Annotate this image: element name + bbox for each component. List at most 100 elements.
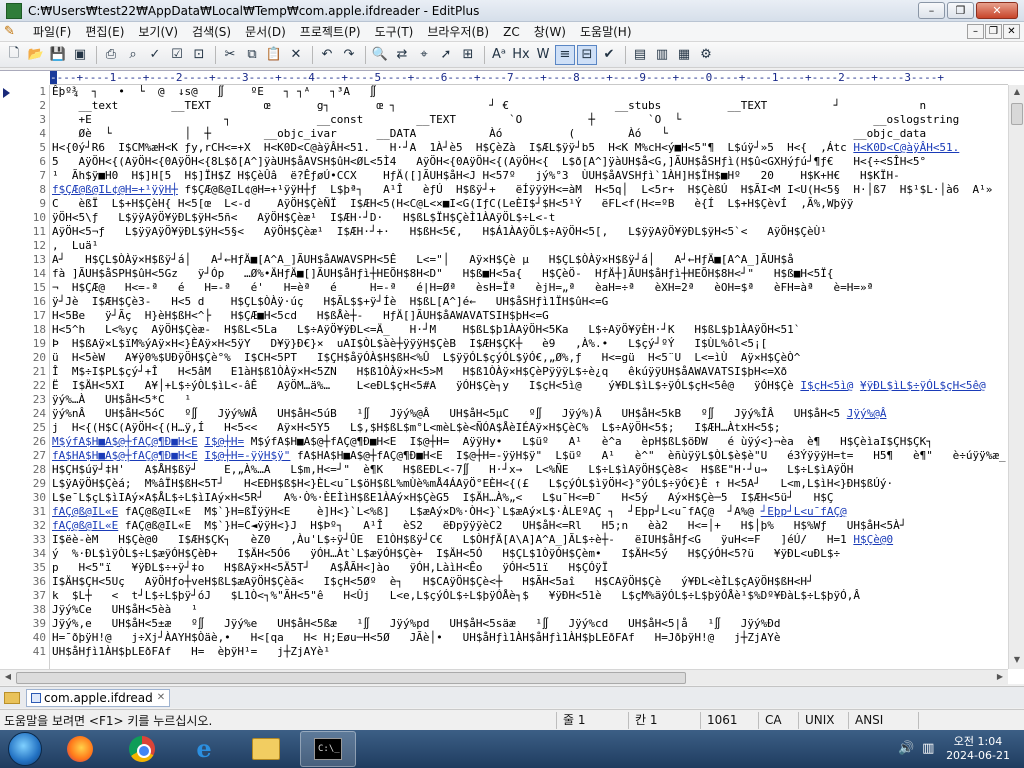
line-number: 28 [32,463,46,476]
minimize-button[interactable]: – [918,2,945,19]
hyperlink[interactable]: ¥ÿÐL$ìL$÷ÿÓL$çH<5ê@ [860,379,986,392]
scroll-up-icon[interactable]: ▲ [1011,87,1023,99]
output-window-icon[interactable]: ▥ [652,45,672,65]
document-restore-button[interactable]: ❐ [985,24,1002,39]
menu-search[interactable]: 검색(S) [185,23,238,40]
find-in-files-icon[interactable]: ⌖ [414,45,434,65]
save-all-icon[interactable]: ▣ [70,45,90,65]
hyperlink[interactable]: H<K0D<C@àÿÂH<51. [853,141,959,154]
start-button-icon[interactable] [8,732,42,766]
word-wrap-icon[interactable]: W [533,45,553,65]
replace-icon[interactable]: ⇄ [392,45,412,65]
fullscreen-icon[interactable]: ▦ [674,45,694,65]
open-folder-icon[interactable]: 📂 [26,45,46,65]
hyperlink[interactable]: I$@┼H= [204,435,244,448]
window-title: C:₩Users₩test22₩AppData₩Local₩Temp₩com.a… [28,3,480,18]
text-line: L$e¯L$çL$ìIAý×A$ÅL$÷L$ìIAý×H<5R┘ A%·Ò%·È… [52,491,834,504]
redo-icon[interactable]: ↷ [339,45,359,65]
menu-tools[interactable]: 도구(T) [368,23,421,40]
taskbar-firefox[interactable] [52,731,108,767]
line-number: 29 [32,477,46,490]
line-number-icon[interactable]: ≡ [555,44,575,65]
menu-project[interactable]: 프로젝트(P) [293,23,368,40]
text-line: fAÇ@ß@IL«E fAÇ@ß@IL«E M$`}H=ßÏÿÿH<E è]H<… [52,505,847,519]
status-line[interactable]: 줄 1 [556,711,628,729]
title-bar[interactable]: C:₩Users₩test22₩AppData₩Local₩Temp₩com.a… [0,0,1024,22]
new-file-icon[interactable]: 🗋 [4,45,24,65]
spellcheck-icon[interactable]: ✓ [145,45,165,65]
hyperlink[interactable]: f$ÇÆ@ß@IL¢@H=+¹ÿÿH┼ [52,183,178,196]
document-tab-bar: com.apple.ifdread ✕ [0,686,1024,708]
menu-zc[interactable]: ZC [496,25,527,39]
editplus-app-icon [6,2,22,19]
tab-close-icon[interactable]: ✕ [157,692,165,703]
check-mark-icon[interactable]: ✔ [599,45,619,65]
goto-icon[interactable]: ➚ [436,45,456,65]
system-clock[interactable]: 오전 1:04 2024-06-21 [946,735,1010,763]
volume-icon[interactable]: 🔊 [898,741,914,757]
check-icon[interactable]: ☑ [167,45,187,65]
hyperlink[interactable]: Jÿý%@Â [847,407,887,420]
preferences-icon[interactable]: ⚙ [696,45,716,65]
status-column[interactable]: 칸 1 [628,711,700,729]
close-button[interactable]: ✕ [976,2,1018,19]
document-close-button[interactable]: ✕ [1003,24,1020,39]
scroll-down-icon[interactable]: ▼ [1011,655,1023,667]
menu-document[interactable]: 문서(D) [238,23,293,40]
line-number-gutter[interactable]: 1 2 3 4 5 6 7 8 9 10 11 12 13 14 15 16 1… [0,85,50,669]
find-icon[interactable]: 🔍 [370,45,390,65]
line-number: 30 [32,491,46,504]
taskbar-file-explorer[interactable] [238,731,294,767]
hyperlink[interactable]: fA$HA$H■A$@┼fAÇ@¶Ð■H<E [52,449,198,462]
menu-file[interactable]: 파일(F) [26,23,78,40]
hex-icon[interactable]: Hx [511,45,531,65]
print-preview-icon[interactable]: ⌕ [123,45,143,65]
copy-icon[interactable]: ⧉ [242,45,262,65]
horizontal-scrollbar[interactable]: ◀ ▶ [0,669,1008,685]
horizontal-scroll-thumb[interactable] [16,672,686,684]
cliptext-icon[interactable]: ⊞ [458,45,478,65]
taskbar-chrome[interactable] [114,731,170,767]
status-encoding[interactable]: ANSI [848,711,918,729]
taskbar-internet-explorer[interactable]: e [176,731,232,767]
editor-area[interactable]: ----+----1----+----2----+----3----+----4… [0,70,1024,685]
scroll-right-icon[interactable]: ▶ [994,672,1006,681]
line-number: 17 [32,309,46,322]
network-icon[interactable]: ▥ [922,741,938,757]
maximize-button[interactable]: ❐ [947,2,974,19]
font-icon[interactable]: Aᵃ [489,45,509,65]
menu-browser[interactable]: 브라우저(B) [420,23,496,40]
line-number: 8 [39,183,46,196]
delete-icon[interactable]: ✕ [286,45,306,65]
scroll-left-icon[interactable]: ◀ [2,672,14,681]
document-minimize-button[interactable]: – [967,24,984,39]
text-line: H$ÇH$úÿ┘‡H' A$ÅH$ßÿ┘ E,„À%…A L$m,H<=┘" è… [52,463,854,476]
hyperlink[interactable]: M$ýfA$H■A$@┼fAÇ@¶Ð■H<E [52,435,198,448]
vertical-scrollbar[interactable]: ▲ ▼ [1008,85,1024,669]
print-icon[interactable]: ⎙ [101,45,121,65]
hyperlink[interactable]: H$Çè@0 [853,533,893,546]
hyperlink[interactable]: fAÇ@ß@IL«E [52,505,118,518]
status-line-ending[interactable]: UNIX [798,711,848,729]
undo-icon[interactable]: ↶ [317,45,337,65]
text-content[interactable]: Êþº¾ ┐ • └ @ ↓s@ ∬ ºE ┐ ┐ᴬ ┐³A ∬ __text … [52,85,1008,669]
document-tab[interactable]: com.apple.ifdread ✕ [26,688,171,707]
paste-icon[interactable]: 📋 [264,45,284,65]
cut-icon[interactable]: ✂ [220,45,240,65]
vertical-scroll-thumb[interactable] [1011,103,1023,125]
hyperlink[interactable]: fAÇ@ß@IL«E [52,519,118,532]
menu-window[interactable]: 창(W) [527,23,573,40]
ruler-icon[interactable]: ⊟ [577,44,597,65]
hyperlink[interactable]: ┘Eþp┘L<u¯fAÇ@ [761,505,847,518]
directory-window-icon[interactable]: ▤ [630,45,650,65]
line-number: 12 [32,239,46,252]
taskbar-command-prompt[interactable]: C:\_ [300,731,356,767]
menu-help[interactable]: 도움말(H) [573,23,639,40]
menu-view[interactable]: 보기(V) [131,23,185,40]
hyperlink[interactable]: I$çH<5ì@ [800,379,853,392]
hyperlink[interactable]: I$@┼H=-ÿÿH$ÿ" [204,449,290,462]
browser-icon[interactable]: ⊡ [189,45,209,65]
folder-icon[interactable] [4,691,20,704]
save-icon[interactable]: 💾 [48,45,68,65]
menu-edit[interactable]: 편집(E) [78,23,131,40]
